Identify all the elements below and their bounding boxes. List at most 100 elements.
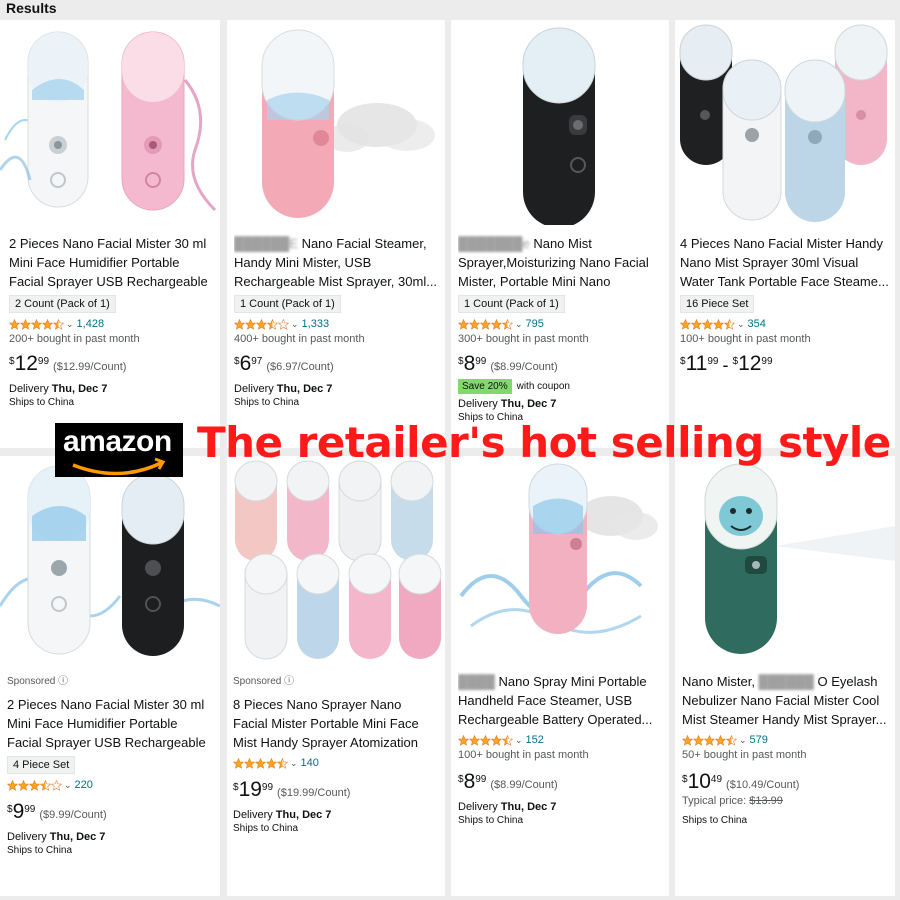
review-count[interactable]: 152 — [526, 734, 544, 746]
product-card[interactable]: 2 Pieces Nano Facial Mister 30 ml Mini F… — [0, 20, 220, 448]
bought-past-month: 50+ bought in past month — [682, 749, 807, 761]
review-count[interactable]: 220 — [75, 779, 93, 791]
ships-to: Ships to China — [458, 815, 524, 826]
star-rating — [458, 734, 513, 746]
review-count[interactable]: 354 — [748, 318, 766, 330]
ships-to: Ships to China — [9, 397, 75, 408]
star-icon — [469, 318, 480, 330]
variant-badge[interactable]: 1 Count (Pack of 1) — [234, 295, 341, 313]
product-title[interactable]: Nano Mister, ██████ O Eyelash Nebulizer … — [682, 672, 888, 729]
delivery-label: Delivery — [9, 383, 49, 395]
variant-badge[interactable]: 2 Count (Pack of 1) — [9, 295, 116, 313]
review-count[interactable]: 579 — [750, 734, 768, 746]
variant-badge[interactable]: 4 Piece Set — [7, 756, 76, 774]
unit-price: ($9.99/Count) — [39, 809, 107, 821]
price-fraction: 49 — [710, 774, 723, 785]
rating-row[interactable]: ⌄ 1,428 — [9, 318, 211, 330]
review-count[interactable]: 1,333 — [302, 318, 330, 330]
rating-row[interactable]: ⌄ 354 — [680, 318, 890, 330]
delivery-info: Delivery Thu, Dec 7 — [9, 383, 211, 395]
product-title[interactable]: ██████E Nano Facial Steamer, Handy Mini … — [234, 234, 438, 291]
product-image[interactable] — [675, 20, 895, 225]
price[interactable]: $ 9 99 ($9.99/Count) — [7, 801, 213, 823]
review-count[interactable]: 1,428 — [77, 318, 105, 330]
star-icon — [491, 734, 502, 746]
save-badge[interactable]: Save 20% — [458, 379, 512, 394]
product-image[interactable] — [227, 456, 445, 661]
info-icon[interactable]: ⓘ — [58, 676, 68, 687]
price-range[interactable]: $ 11 99 - $ 12 99 — [680, 353, 890, 376]
product-title[interactable]: 2 Pieces Nano Facial Mister 30 ml Mini F… — [7, 695, 213, 752]
sponsored-label[interactable]: Sponsored ⓘ — [233, 672, 439, 687]
coupon-row[interactable]: Save 20% with coupon — [458, 379, 662, 394]
rating-row[interactable]: ⌄ 579 — [682, 734, 888, 746]
product-title[interactable]: ████ Nano Spray Mini Portable Handheld F… — [458, 672, 662, 729]
rating-row[interactable]: ⌄ 1,333 — [234, 318, 438, 330]
star-rating — [9, 318, 64, 330]
product-card[interactable]: ████ Nano Spray Mini Portable Handheld F… — [451, 456, 669, 896]
product-title[interactable]: ███████e Nano Mist Sprayer,Moisturizing … — [458, 234, 662, 291]
product-image[interactable] — [451, 456, 669, 661]
star-icon — [234, 318, 245, 330]
price[interactable]: $ 19 99 ($19.99/Count) — [233, 779, 439, 801]
price-fraction: 99 — [24, 804, 36, 815]
product-image[interactable] — [0, 456, 220, 661]
product-card[interactable]: 4 Pieces Nano Facial Mister Handy Nano M… — [675, 20, 895, 448]
star-icon — [469, 734, 480, 746]
chevron-down-icon: ⌄ — [291, 318, 299, 329]
star-icon — [715, 734, 726, 746]
star-icon — [480, 734, 491, 746]
unit-price: ($12.99/Count) — [53, 361, 127, 373]
product-card[interactable]: ██████E Nano Facial Steamer, Handy Mini … — [227, 20, 445, 448]
unit-price: ($19.99/Count) — [277, 787, 351, 799]
product-image[interactable] — [0, 20, 220, 225]
product-card[interactable]: Sponsored ⓘ 8 Pieces Nano Sprayer Nano F… — [227, 456, 445, 896]
review-count[interactable]: 795 — [526, 318, 544, 330]
rating-row[interactable]: ⌄ 140 — [233, 757, 439, 769]
variant-badge[interactable]: 16 Piece Set — [680, 295, 755, 313]
product-title[interactable]: 8 Pieces Nano Sprayer Nano Facial Mister… — [233, 695, 439, 752]
price[interactable]: $ 8 99 ($8.99/Count) — [458, 353, 662, 375]
bought-past-month: 100+ bought in past month — [458, 749, 589, 761]
delivery-label: Delivery — [7, 831, 47, 843]
smile-arrow-icon — [72, 457, 166, 476]
price-range-dash: - — [722, 355, 729, 375]
redacted-brand: ███████e — [458, 236, 530, 251]
price-fraction: 99 — [475, 774, 487, 785]
product-card[interactable]: Sponsored ⓘ 2 Pieces Nano Facial Mister … — [0, 456, 220, 896]
price[interactable]: $ 6 97 ($6.97/Count) — [234, 353, 438, 375]
product-card[interactable]: ███████e Nano Mist Sprayer,Moisturizing … — [451, 20, 669, 448]
results-grid: Results 2 Pieces Nano Facial Mister 30 m… — [0, 0, 900, 900]
price-fraction: 99 — [261, 782, 274, 793]
price-whole: 10 — [687, 770, 711, 793]
info-icon[interactable]: ⓘ — [284, 676, 294, 687]
product-image[interactable] — [227, 20, 445, 225]
review-count[interactable]: 140 — [301, 757, 319, 769]
amazon-logo: amazon — [55, 423, 183, 477]
product-card[interactable]: Nano Mister, ██████ O Eyelash Nebulizer … — [675, 456, 895, 896]
coupon-label: with coupon — [516, 381, 570, 392]
price-fraction: 97 — [251, 356, 263, 367]
price[interactable]: $ 12 99 ($12.99/Count) — [9, 353, 211, 375]
product-title[interactable]: 2 Pieces Nano Facial Mister 30 ml Mini F… — [9, 234, 211, 291]
star-icon — [29, 779, 40, 791]
product-image[interactable] — [451, 20, 669, 228]
delivery-info: Delivery Thu, Dec 7 — [458, 801, 662, 813]
sponsored-label[interactable]: Sponsored ⓘ — [7, 672, 213, 687]
product-title[interactable]: 4 Pieces Nano Facial Mister Handy Nano M… — [680, 234, 890, 291]
product-image[interactable] — [675, 456, 895, 661]
typical-price-value: $13.99 — [749, 795, 783, 807]
delivery-label: Delivery — [234, 383, 274, 395]
rating-row[interactable]: ⌄ 152 — [458, 734, 662, 746]
rating-row[interactable]: ⌄ 220 — [7, 779, 213, 791]
price[interactable]: $ 10 49 ($10.49/Count) — [682, 771, 888, 793]
delivery-date: Thu, Dec 7 — [500, 801, 557, 813]
delivery-label: Delivery — [233, 809, 273, 821]
star-icon — [245, 318, 256, 330]
rating-row[interactable]: ⌄ 795 — [458, 318, 662, 330]
star-icon — [42, 318, 53, 330]
chevron-down-icon: ⌄ — [515, 734, 523, 745]
price-whole: 9 — [12, 800, 25, 823]
variant-badge[interactable]: 1 Count (Pack of 1) — [458, 295, 565, 313]
price[interactable]: $ 8 99 ($8.99/Count) — [458, 771, 662, 793]
